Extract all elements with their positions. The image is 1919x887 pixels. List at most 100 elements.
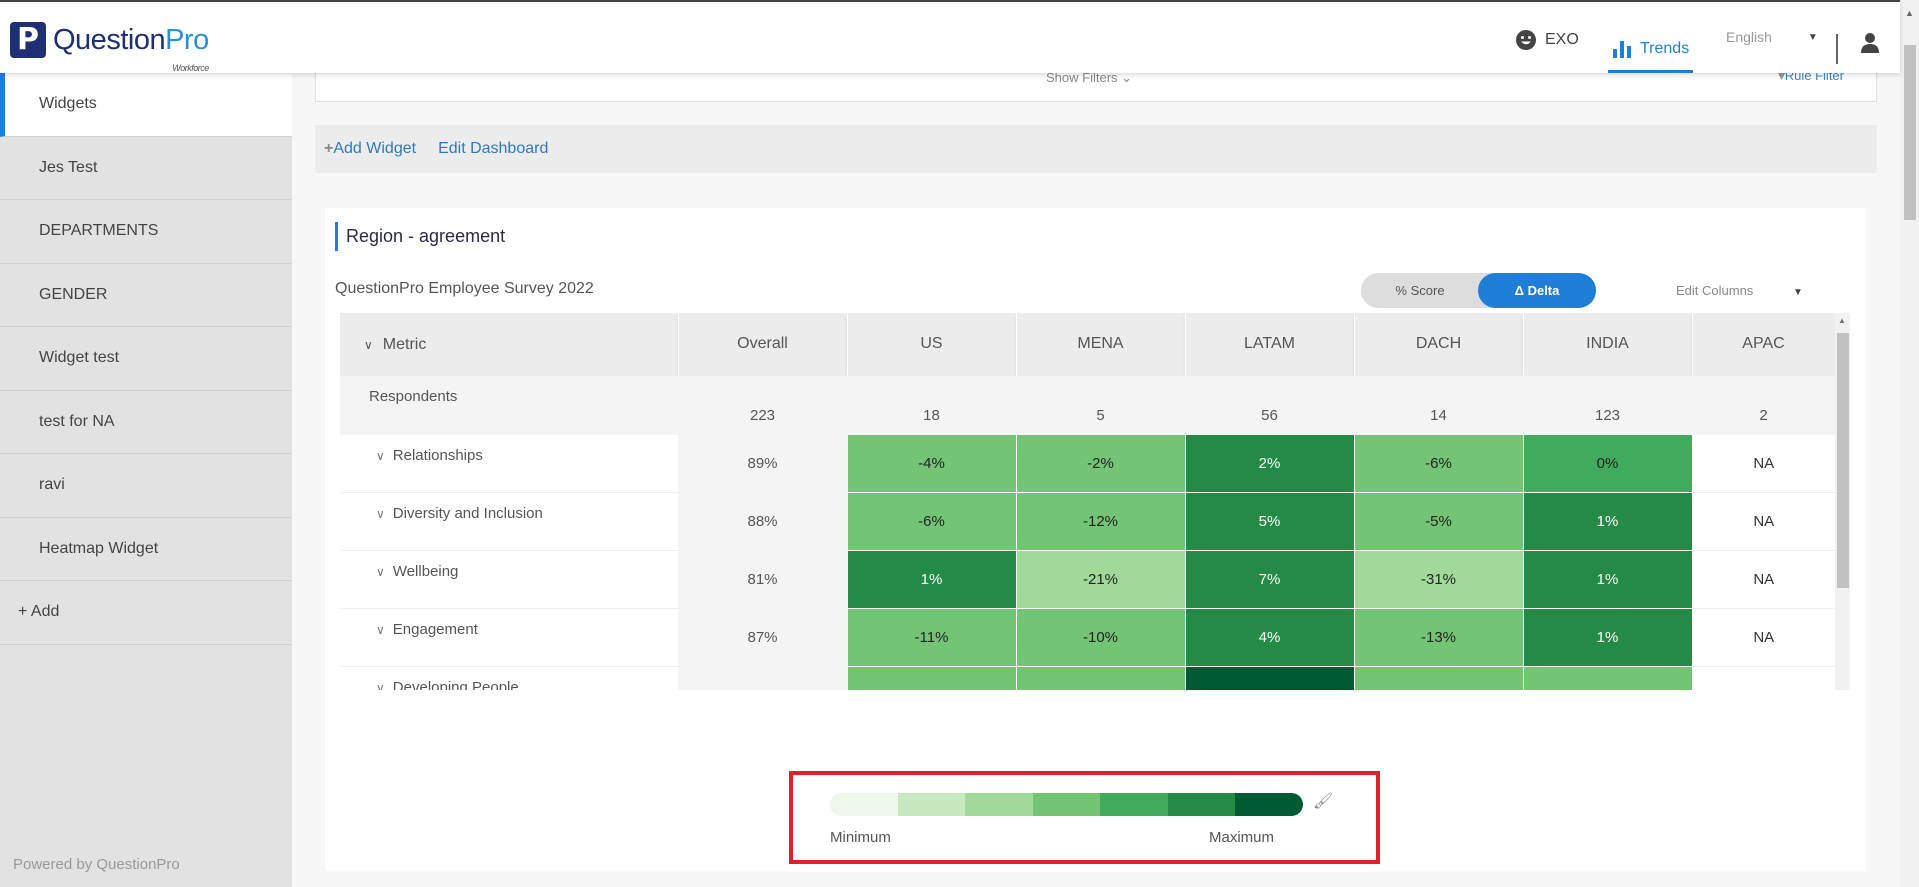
nav-exo-label: EXO (1545, 31, 1579, 48)
paintbrush-icon[interactable]: 🖌 (1313, 791, 1333, 811)
metric-header-label: Metric (382, 335, 427, 353)
overall-score-cell: 78% (677, 665, 848, 690)
user-menu-button[interactable] (1860, 32, 1880, 54)
edit-columns-dropdown[interactable]: Edit Columns ▼ (1676, 283, 1803, 298)
scroll-up-arrow-icon[interactable]: ▲ (1905, 8, 1914, 18)
metric-name[interactable]: ∨ Relationships (340, 434, 678, 493)
overall-score-cell: 87% (677, 607, 848, 667)
heatmap-cell: -21% (1015, 549, 1186, 609)
respondents-label: Respondents (340, 376, 678, 435)
edit-dashboard-button[interactable]: Edit Dashboard (438, 140, 548, 158)
heatmap-cell: -6% (1353, 433, 1524, 493)
sidebar-item-label: Widgets (39, 95, 97, 113)
sidebar-item-departments[interactable]: DEPARTMENTS (0, 200, 292, 264)
column-header-apac: APAC (1692, 313, 1836, 376)
heatmap-cell: -13% (1353, 607, 1524, 667)
heatmap-cell: -6% (846, 665, 1017, 690)
sidebar-item-label: Heatmap Widget (39, 539, 159, 557)
metric-name[interactable]: ∨ Developing People (340, 666, 678, 690)
metric-name-label: Diversity and Inclusion (392, 504, 543, 522)
sidebar-item-widgets[interactable]: Widgets (0, 73, 292, 137)
questionpro-logo[interactable]: P QuestionPro Workforce (10, 22, 209, 73)
metric-row: ∨ Diversity and Inclusion 88% -6% -12% 5% -5% 1… (340, 491, 1835, 551)
language-select[interactable]: English ▼ (1726, 29, 1818, 45)
sidebar-item-heatmap-widget[interactable]: Heatmap Widget (0, 518, 292, 581)
table-vertical-scrollbar[interactable]: ▲ ▼ (1835, 313, 1850, 690)
smiley-icon (1516, 30, 1536, 50)
sidebar-item-gender[interactable]: GENDER (0, 264, 292, 327)
color-legend: 🖌 Minimum Maximum (789, 771, 1380, 864)
metric-name-label: Relationships (392, 446, 483, 464)
vertical-scroll-thumb[interactable] (1837, 333, 1849, 588)
page-vertical-scrollbar[interactable]: ▲ (1900, 0, 1919, 887)
metric-name[interactable]: ∨ Engagement (340, 608, 678, 667)
logo-subtitle: Workforce (172, 63, 209, 73)
sidebar-item-test-for-na[interactable]: test for NA (0, 391, 292, 454)
add-widget-button[interactable]: +Add Widget (324, 140, 416, 158)
heatmap-cell: 2% (1184, 433, 1355, 493)
legend-swatch-6 (1167, 793, 1235, 816)
filter-bar: Show Filters ⌄ ▼ Rule Filter (315, 68, 1877, 102)
nav-trends[interactable]: Trends (1608, 27, 1694, 73)
nav-exo[interactable]: EXO (1515, 29, 1579, 51)
sidebar: Widgets Jes Test DEPARTMENTS GENDER Widg… (0, 73, 292, 887)
heatmap-cell: -2% (1522, 665, 1693, 690)
metric-name-label: Engagement (392, 620, 478, 638)
heatmap-cell: 4% (1184, 607, 1355, 667)
color-scale-bar (830, 793, 1303, 816)
respondents-count: 56 (1184, 375, 1355, 435)
metric-column-header[interactable]: ∨ Metric (340, 313, 679, 376)
chevron-down-icon[interactable]: ∨ (376, 623, 385, 637)
chevron-down-icon[interactable]: ∨ (376, 681, 385, 691)
powered-by-text: Powered by QuestionPro (13, 856, 180, 873)
scroll-up-arrow-icon[interactable]: ▲ (1838, 316, 1846, 325)
heatmap-cell: 5% (1184, 491, 1355, 551)
heatmap-cell-na: NA (1692, 550, 1835, 609)
heatmap-cell: 1% (1522, 491, 1693, 551)
dashboard-action-bar: +Add Widget Edit Dashboard (315, 125, 1877, 173)
survey-name: QuestionPro Employee Survey 2022 (335, 280, 594, 297)
language-value: English (1726, 29, 1772, 45)
metric-name[interactable]: ∨ Wellbeing (340, 550, 678, 609)
heatmap-cell: -4% (846, 433, 1017, 493)
page-scroll-thumb[interactable] (1904, 45, 1916, 220)
respondents-row: Respondents 223 18 5 56 14 123 2 (340, 375, 1836, 435)
heatmap-cell: -4% (1353, 665, 1524, 690)
legend-minimum-label: Minimum (830, 829, 891, 846)
sidebar-item-label: DEPARTMENTS (39, 222, 159, 240)
metric-name[interactable]: ∨ Diversity and Inclusion (340, 492, 678, 551)
sidebar-item-label: ravi (39, 476, 65, 494)
column-header-mena: MENA (1016, 313, 1186, 376)
sidebar-item-widget-test[interactable]: Widget test (0, 327, 292, 391)
metric-row: ∨ Wellbeing 81% 1% -21% 7% -31% 1% NA (340, 549, 1835, 609)
legend-swatch-1 (830, 793, 898, 816)
logo-text: Question (53, 24, 166, 56)
legend-swatch-5 (1100, 793, 1168, 816)
chevron-down-icon[interactable]: ∨ (376, 565, 385, 579)
heatmap-cell: 1% (846, 549, 1017, 609)
sidebar-add-button[interactable]: + Add (0, 581, 292, 645)
respondents-count: 223 (677, 375, 848, 435)
legend-swatch-7 (1235, 793, 1303, 816)
heatmap-cell: -12% (1015, 491, 1186, 551)
toggle-score-option[interactable]: % Score (1361, 273, 1479, 308)
edit-columns-label: Edit Columns (1676, 283, 1754, 298)
sidebar-item-ravi[interactable]: ravi (0, 454, 292, 518)
column-header-latam: LATAM (1185, 313, 1355, 376)
chevron-down-icon[interactable]: ∨ (376, 449, 385, 463)
toggle-delta-option[interactable]: Δ Delta (1478, 273, 1596, 308)
respondents-count: 5 (1015, 375, 1186, 435)
widget-title: Region - agreement (335, 222, 505, 251)
metric-row: ∨ Engagement 87% -11% -10% 4% -13% 1% NA (340, 607, 1835, 667)
chevron-down-icon[interactable]: ∨ (376, 507, 385, 521)
metric-name-label: Developing People (392, 678, 519, 691)
metric-name-label: Wellbeing (392, 562, 459, 580)
add-widget-label: Add Widget (333, 140, 417, 157)
sidebar-item-jes-test[interactable]: Jes Test (0, 137, 292, 200)
respondents-count: 18 (846, 375, 1017, 435)
caret-down-icon: ▼ (1792, 287, 1803, 298)
heatmap-cell: -6% (846, 491, 1017, 551)
heatmap-cell: 7% (1184, 549, 1355, 609)
legend-swatch-4 (1032, 793, 1100, 816)
column-header-dach: DACH (1354, 313, 1524, 376)
